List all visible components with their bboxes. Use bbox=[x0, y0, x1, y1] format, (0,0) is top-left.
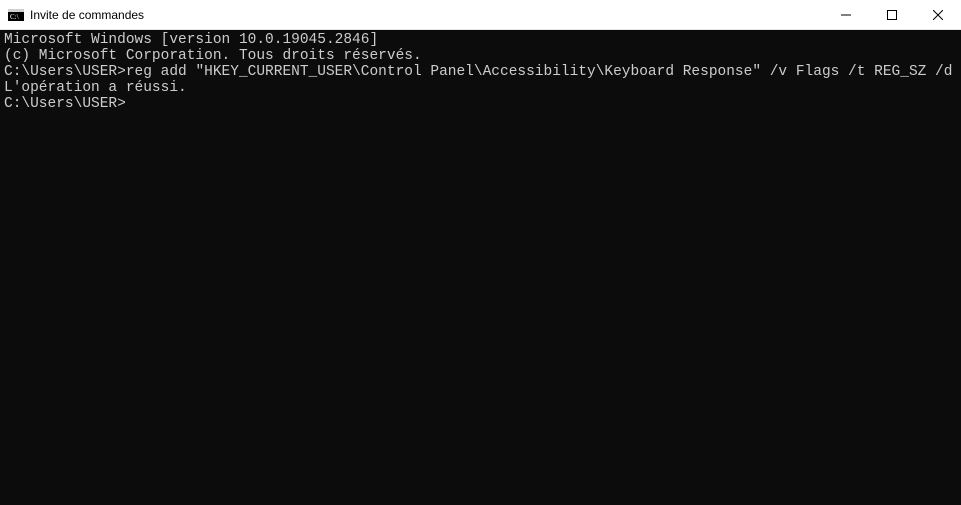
terminal-current-prompt-line: C:\Users\USER> bbox=[4, 96, 957, 112]
terminal-prompt: C:\Users\USER> bbox=[4, 96, 126, 112]
terminal-result-line: L'opération a réussi. bbox=[4, 80, 957, 96]
window-controls bbox=[823, 0, 961, 29]
terminal-prompt: C:\Users\USER> bbox=[4, 64, 126, 80]
maximize-icon bbox=[887, 10, 897, 20]
close-button[interactable] bbox=[915, 0, 961, 30]
window-titlebar: C:\ Invite de commandes bbox=[0, 0, 961, 30]
cmd-icon: C:\ bbox=[8, 7, 24, 23]
svg-text:C:\: C:\ bbox=[10, 13, 19, 21]
window-title: Invite de commandes bbox=[30, 8, 144, 22]
minimize-button[interactable] bbox=[823, 0, 869, 30]
terminal-version-line: Microsoft Windows [version 10.0.19045.28… bbox=[4, 32, 957, 48]
terminal-area[interactable]: Microsoft Windows [version 10.0.19045.28… bbox=[0, 30, 961, 505]
terminal-command-line: C:\Users\USER>reg add "HKEY_CURRENT_USER… bbox=[4, 64, 957, 80]
terminal-command-text: reg add "HKEY_CURRENT_USER\Control Panel… bbox=[126, 64, 961, 80]
minimize-icon bbox=[841, 10, 851, 20]
terminal-copyright-line: (c) Microsoft Corporation. Tous droits r… bbox=[4, 48, 957, 64]
maximize-button[interactable] bbox=[869, 0, 915, 30]
close-icon bbox=[933, 10, 943, 20]
